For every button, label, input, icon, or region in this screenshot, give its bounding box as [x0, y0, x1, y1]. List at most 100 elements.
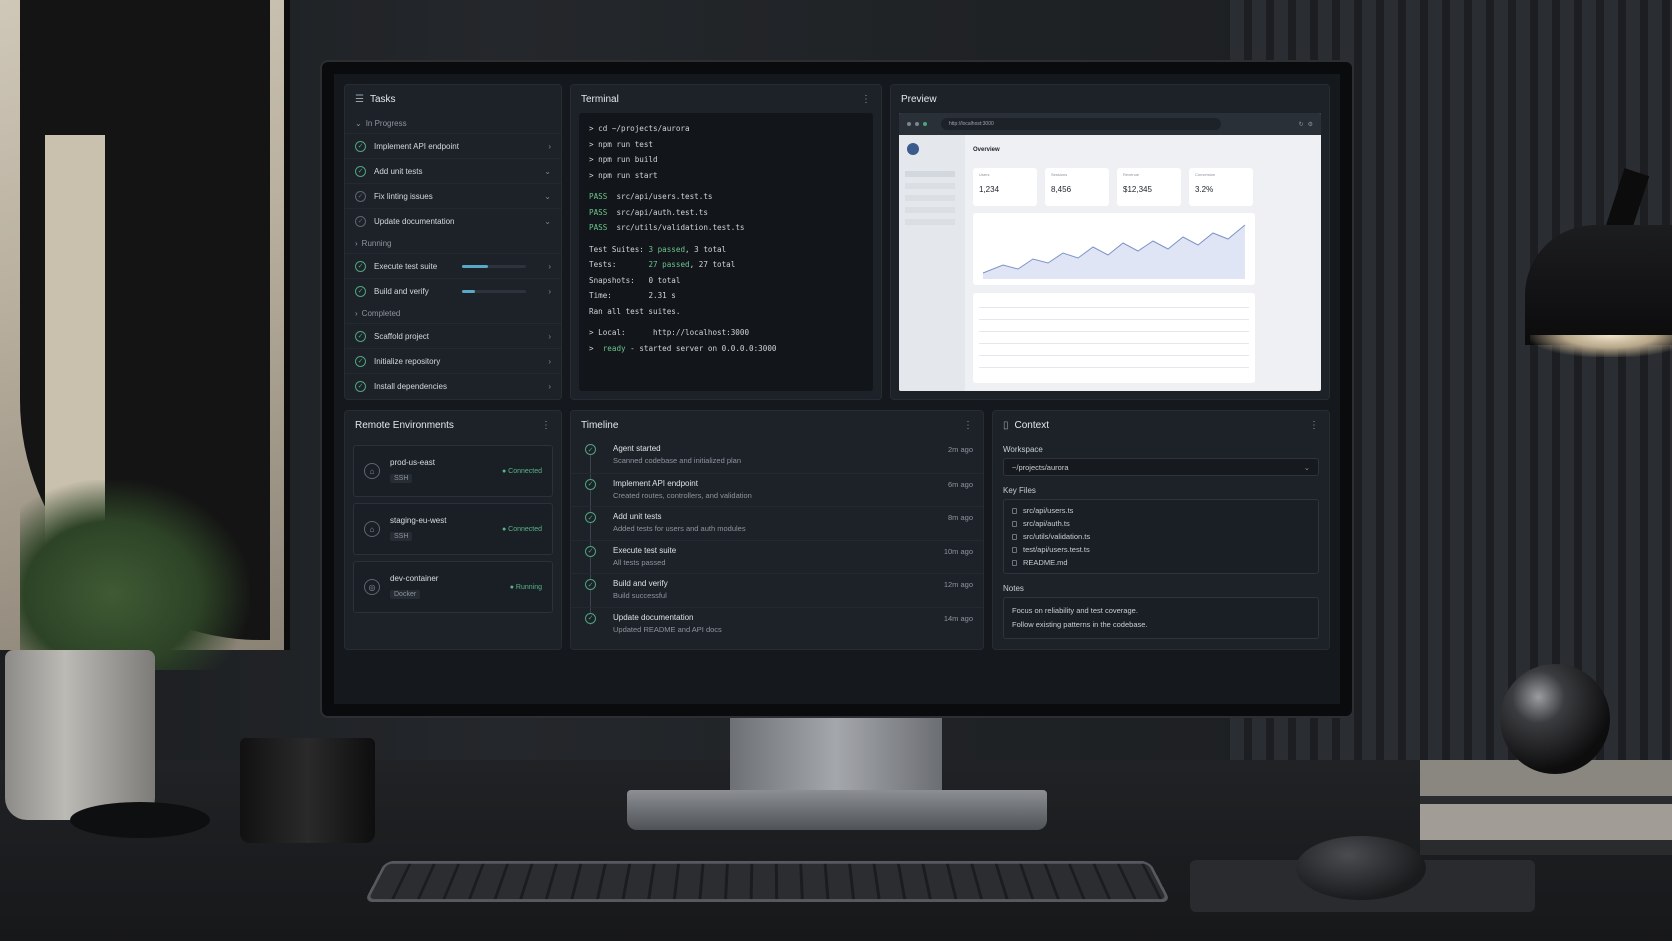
environment-card[interactable]: ⌂ staging-eu-west SSH ● Connected: [353, 503, 553, 555]
summary-label: Snapshots:: [589, 275, 635, 285]
file-item[interactable]: test/api/users.test.ts: [1012, 543, 1310, 556]
task-item[interactable]: ✓ Initialize repository ›: [345, 348, 561, 373]
timeline-event[interactable]: ✓ Add unit tests Added tests for users a…: [571, 506, 983, 540]
file-item[interactable]: README.md: [1012, 556, 1310, 569]
chevron-right-icon[interactable]: ›: [548, 262, 551, 271]
terminal-line: Time: 2.31 s: [589, 288, 863, 304]
event-time: 8m ago: [947, 513, 973, 522]
chevron-right-icon[interactable]: ›: [548, 332, 551, 341]
timeline-title: Timeline: [581, 419, 619, 431]
refresh-icon[interactable]: ↻: [1299, 121, 1304, 128]
chevron-right-icon[interactable]: ›: [548, 287, 551, 296]
event-time: 12m ago: [943, 580, 973, 589]
context-header: ▯ Context ⋮: [993, 411, 1329, 439]
summary-passed: 3 passed: [648, 244, 686, 254]
window-dot-icon: [915, 122, 919, 126]
summary-value: 2.31 s: [648, 291, 676, 300]
task-item[interactable]: ✓ Execute test suite ›: [345, 253, 561, 278]
task-label: Execute test suite: [374, 261, 438, 271]
preview-viewport[interactable]: http://localhost:3000 ↻ ⚙ Overview Users…: [899, 113, 1321, 391]
server-icon: ⌂: [364, 463, 380, 479]
timeline-event[interactable]: ✓ Build and verify Build successful 12m …: [571, 573, 983, 607]
file-item[interactable]: src/api/users.ts: [1012, 504, 1310, 517]
environments-panel: Remote Environments ⋮ ⌂ prod-us-east SSH…: [344, 410, 562, 650]
preview-nav-item[interactable]: [905, 219, 955, 225]
preview-nav-item[interactable]: [905, 195, 955, 201]
timeline-list: ✓ Agent started Scanned codebase and ini…: [571, 439, 983, 640]
more-vertical-icon[interactable]: ⋮: [963, 420, 973, 431]
timeline-event[interactable]: ✓ Execute test suite All tests passed 10…: [571, 539, 983, 574]
group-completed[interactable]: › Completed: [345, 303, 561, 323]
task-item[interactable]: ✓ Install dependencies ›: [345, 373, 561, 398]
chevron-right-icon[interactable]: ›: [548, 357, 551, 366]
notes-field[interactable]: Focus on reliability and test coverage. …: [1003, 597, 1319, 639]
group-running[interactable]: › Running: [345, 233, 561, 253]
summary-passed: 27 passed: [648, 260, 690, 269]
check-circle-icon: ✓: [585, 545, 596, 557]
timeline-event[interactable]: ✓ Update documentation Updated README an…: [571, 606, 983, 641]
task-item[interactable]: ✓ Add unit tests ⌄: [345, 158, 561, 183]
keyboard: [364, 861, 1171, 902]
table-row: [979, 367, 1249, 368]
ready-text: - started server on 0.0.0.0:3000: [630, 343, 777, 353]
chevron-right-icon: ›: [355, 238, 358, 248]
workspace-select[interactable]: ~/projects/aurora ⌄: [1003, 458, 1319, 476]
settings-icon[interactable]: ⚙: [1308, 121, 1313, 128]
more-vertical-icon[interactable]: ⋮: [861, 94, 871, 105]
task-item[interactable]: ✓ Fix linting issues ⌄: [345, 183, 561, 208]
window-dot-icon: [907, 122, 911, 126]
task-item[interactable]: ✓ Build and verify ›: [345, 278, 561, 303]
check-circle-icon: ✓: [355, 355, 366, 367]
terminal-line: > npm run test: [589, 139, 654, 149]
task-item[interactable]: ✓ Update documentation ⌄: [345, 208, 561, 233]
chevron-down-icon[interactable]: ⌄: [544, 167, 551, 176]
chevron-right-icon[interactable]: ›: [548, 142, 551, 151]
file-item[interactable]: src/api/auth.ts: [1012, 517, 1310, 530]
task-item[interactable]: ✓ Scaffold project ›: [345, 323, 561, 348]
terminal-output[interactable]: > cd ~/projects/aurora > npm run test > np…: [579, 113, 873, 391]
group-in-progress[interactable]: ⌄ In Progress: [345, 113, 561, 133]
app-logo-icon: [907, 143, 919, 155]
file-icon: [1012, 559, 1017, 566]
kpi-label: Sessions: [1051, 172, 1068, 177]
timeline-event[interactable]: ✓ Agent started Scanned codebase and ini…: [571, 439, 983, 473]
terminal-line: > npm run build: [589, 155, 658, 164]
kpi-label: Users: [979, 172, 990, 177]
tasks-title: Tasks: [369, 93, 396, 105]
preview-nav-item[interactable]: [905, 207, 955, 213]
chevron-down-icon[interactable]: ⌄: [544, 192, 551, 201]
preview-nav-item[interactable]: [905, 183, 955, 189]
terminal-line: Test Suites: 3 passed, 3 total: [589, 242, 863, 258]
chevron-down-icon[interactable]: ⌄: [544, 217, 551, 226]
task-label: Update documentation: [374, 216, 455, 226]
more-vertical-icon[interactable]: ⋮: [541, 420, 551, 431]
terminal-line: > Local: http://localhost:3000: [589, 325, 863, 341]
kpi-card: Users 1,234: [973, 168, 1037, 206]
check-circle-icon: ✓: [355, 165, 366, 177]
environment-card[interactable]: ⌂ prod-us-east SSH ● Connected: [353, 445, 553, 497]
event-description: Added tests for users and auth modules: [613, 524, 746, 533]
more-vertical-icon[interactable]: ⋮: [1309, 420, 1319, 431]
check-circle-icon: ✓: [585, 612, 596, 624]
environment-name: dev-container: [390, 573, 439, 583]
pass-label: PASS: [589, 192, 608, 201]
status-badge: ● Running: [509, 583, 542, 591]
task-label: Fix linting issues: [374, 191, 433, 201]
task-item[interactable]: ✓ Implement API endpoint ›: [345, 133, 561, 158]
terminal-panel: Terminal ⋮ > cd ~/projects/aurora > npm r…: [570, 84, 882, 400]
summary-label: Test Suites:: [589, 244, 644, 254]
window-dot-icon: [923, 122, 927, 126]
summary-value: 0 total: [648, 275, 681, 285]
table-row: [979, 331, 1249, 332]
address-bar[interactable]: http://localhost:3000: [941, 118, 1221, 130]
context-panel: ▯ Context ⋮ Workspace ~/projects/aurora …: [992, 410, 1330, 650]
task-label: Scaffold project: [374, 331, 429, 341]
chevron-right-icon[interactable]: ›: [548, 382, 551, 391]
tray: [70, 802, 210, 838]
environment-card[interactable]: ◎ dev-container Docker ● Running: [353, 561, 553, 613]
file-item[interactable]: src/utils/validation.ts: [1012, 530, 1310, 543]
preview-nav-item[interactable]: [905, 171, 955, 177]
summary-total: , 27 total: [689, 260, 736, 269]
event-description: Updated README and API docs: [613, 624, 722, 634]
timeline-event[interactable]: ✓ Implement API endpoint Created routes,…: [571, 472, 983, 507]
